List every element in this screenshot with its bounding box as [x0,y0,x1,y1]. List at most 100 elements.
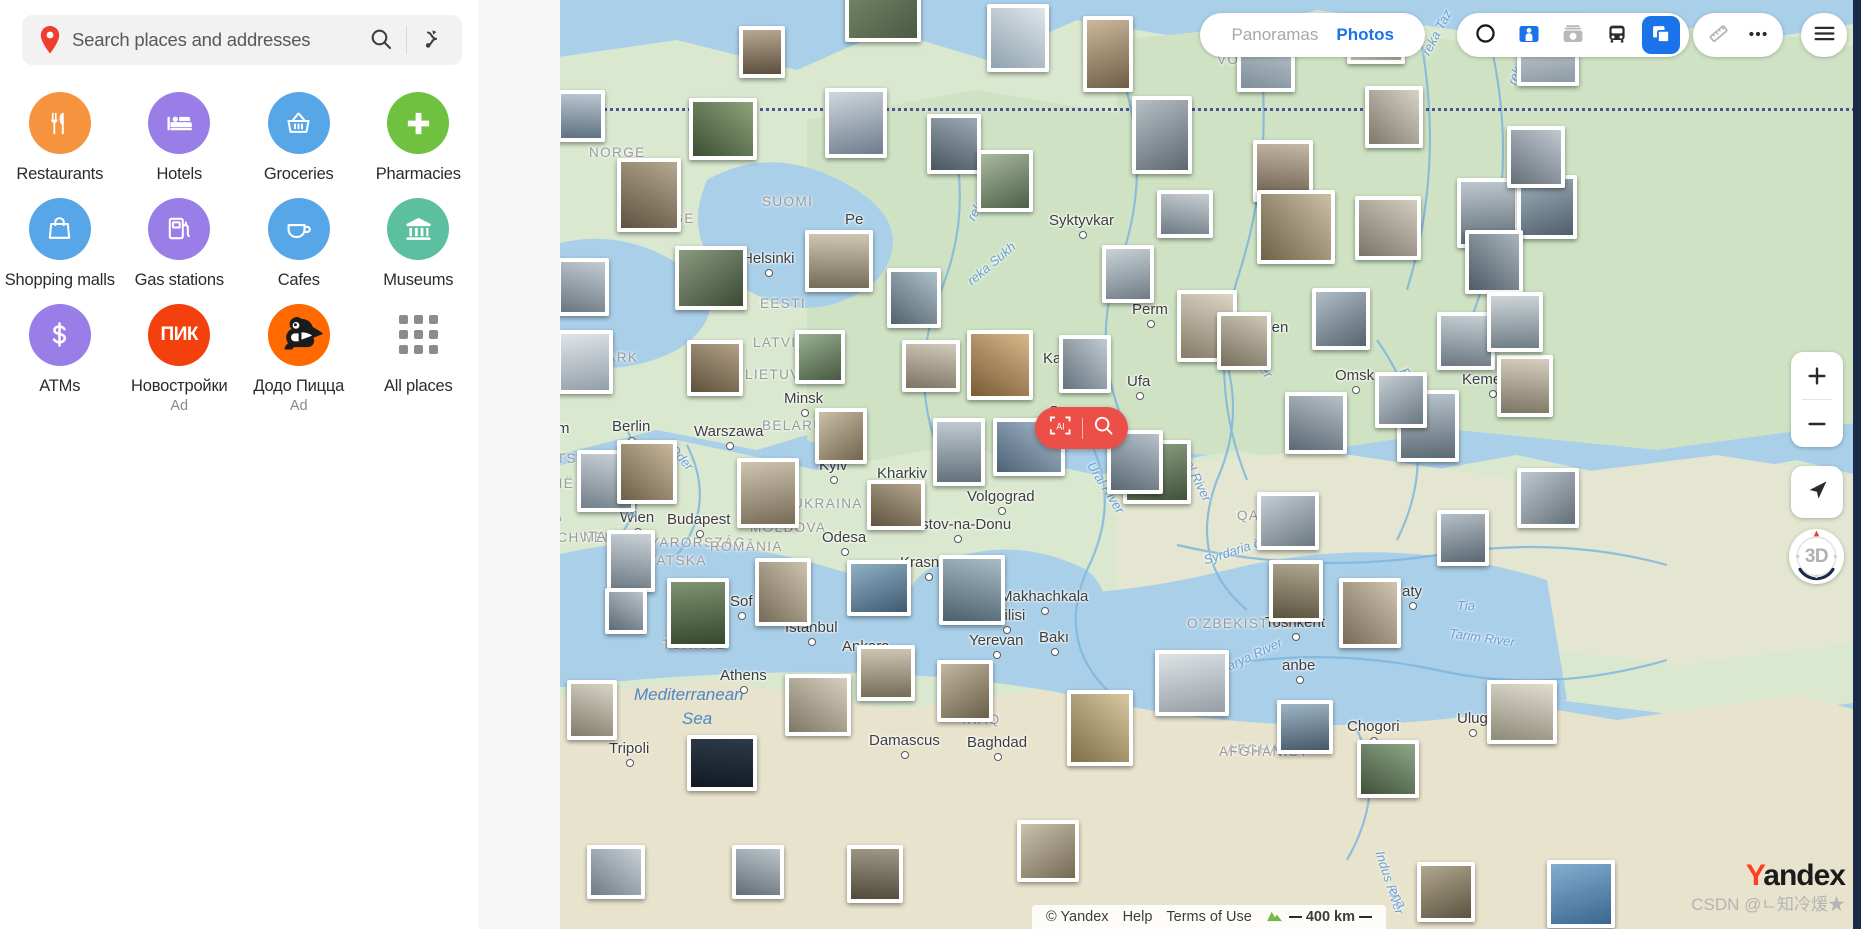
photo-marker[interactable] [1365,86,1423,148]
photo-marker[interactable] [667,578,729,648]
tab-photos[interactable]: Photos [1327,25,1403,45]
category-cross[interactable]: Pharmacies [359,92,479,184]
ruler-button[interactable] [1699,16,1737,54]
photo-marker[interactable] [1339,578,1401,648]
zoom-out-button[interactable] [1791,400,1843,447]
photo-marker[interactable] [1285,392,1347,454]
photo-marker[interactable] [1507,126,1565,188]
photo-marker[interactable] [1067,690,1133,766]
photo-marker[interactable] [805,230,873,292]
photo-marker[interactable] [867,480,925,530]
map-mode-switch[interactable]: Panoramas Photos [1200,13,1425,57]
photo-marker[interactable] [1157,190,1213,238]
photo-marker[interactable] [1277,700,1333,754]
photos-button[interactable] [1554,16,1592,54]
photo-marker[interactable] [857,645,915,701]
photo-marker[interactable] [902,340,960,392]
photo-marker[interactable] [567,680,617,740]
photo-marker[interactable] [847,845,903,903]
photo-marker[interactable] [795,330,845,384]
photo-marker[interactable] [1017,820,1079,882]
category-restaurant[interactable]: Restaurants [0,92,120,184]
transport-button[interactable] [1598,16,1636,54]
photo-marker[interactable] [987,4,1049,72]
map-canvas[interactable]: MediterraneanSeaNorthNORGESVERIGESUOMIEE… [557,0,1861,929]
zoom-in-button[interactable] [1791,352,1843,399]
photo-marker[interactable] [617,158,681,232]
photo-marker[interactable] [927,114,981,174]
category-dodo-pizza[interactable]: Додо Пицца Ad [239,303,359,414]
traffic-button[interactable] [1466,16,1504,54]
photo-marker[interactable] [607,530,655,592]
photo-marker[interactable] [847,560,911,616]
photo-marker[interactable] [737,458,799,528]
compass-3d-button[interactable]: 3D [1789,529,1844,584]
category-coffee-cup[interactable]: Cafes [239,197,359,290]
help-link[interactable]: Help [1123,909,1153,925]
photo-marker[interactable] [675,246,747,310]
photo-marker[interactable] [845,0,921,42]
photo-marker[interactable] [557,90,605,142]
photo-marker[interactable] [1437,510,1489,566]
photo-marker[interactable] [1257,492,1319,550]
photo-marker[interactable] [1059,335,1111,393]
photo-marker[interactable] [1465,230,1523,294]
photo-marker[interactable] [1517,468,1579,528]
route-button[interactable] [410,18,454,62]
photo-marker[interactable] [557,330,613,394]
photo-marker[interactable] [1487,680,1557,744]
street-view-button[interactable] [1510,16,1548,54]
photo-marker[interactable] [605,588,647,634]
tab-panoramas[interactable]: Panoramas [1222,25,1327,45]
category-grid-dots[interactable]: All places [359,304,479,414]
photo-marker[interactable] [1132,96,1192,174]
photo-marker[interactable] [689,98,757,160]
photo-marker[interactable] [732,845,784,899]
layers-button[interactable] [1642,16,1680,54]
photo-marker[interactable] [785,674,851,736]
photo-marker[interactable] [977,150,1033,212]
photo-marker[interactable] [1355,196,1421,260]
photo-marker[interactable] [1217,312,1271,370]
photo-marker[interactable] [933,418,985,486]
photo-marker[interactable] [1312,288,1370,350]
photo-marker[interactable] [815,408,867,464]
search-button[interactable] [359,18,403,62]
photo-marker[interactable] [755,558,811,626]
photo-marker[interactable] [739,26,785,78]
photo-marker[interactable] [617,440,677,504]
photo-marker[interactable] [1102,245,1154,303]
photo-marker[interactable] [687,340,743,396]
photo-marker[interactable] [687,735,757,791]
photo-marker[interactable] [1547,860,1615,928]
photo-marker[interactable] [1155,650,1229,716]
category-fuel-pump[interactable]: Gas stations [120,197,240,290]
photo-marker[interactable] [1257,190,1335,264]
terms-link[interactable]: Terms of Use [1166,909,1251,925]
category-dollar[interactable]: ATMs [0,303,120,414]
locate-me-button[interactable] [1791,466,1843,518]
category-pik-logo[interactable]: ПИК Новостройки Ad [120,303,240,414]
more-options-button[interactable] [1739,16,1777,54]
photo-marker[interactable] [1497,355,1553,417]
category-museum[interactable]: Museums [359,197,479,290]
photo-marker[interactable] [937,660,993,722]
category-basket[interactable]: Groceries [239,92,359,184]
photo-marker[interactable] [1487,292,1543,352]
photo-marker[interactable] [887,268,941,328]
photo-marker[interactable] [939,555,1005,625]
ai-search-pill[interactable]: AI [1035,407,1128,449]
photo-marker[interactable] [1375,372,1427,428]
photo-marker[interactable] [967,330,1033,400]
yandex-logo[interactable]: Yandex [1746,859,1846,893]
photo-marker[interactable] [557,258,609,316]
photo-marker[interactable] [587,845,645,899]
photo-marker[interactable] [1269,560,1323,622]
search-bar[interactable] [22,15,462,65]
hamburger-menu-button[interactable] [1805,16,1843,54]
category-bed[interactable]: Hotels [120,92,240,184]
photo-marker[interactable] [1417,862,1475,922]
photo-marker[interactable] [1083,16,1133,92]
category-shopping-bag[interactable]: Shopping malls [0,197,120,290]
photo-marker[interactable] [1357,740,1419,798]
